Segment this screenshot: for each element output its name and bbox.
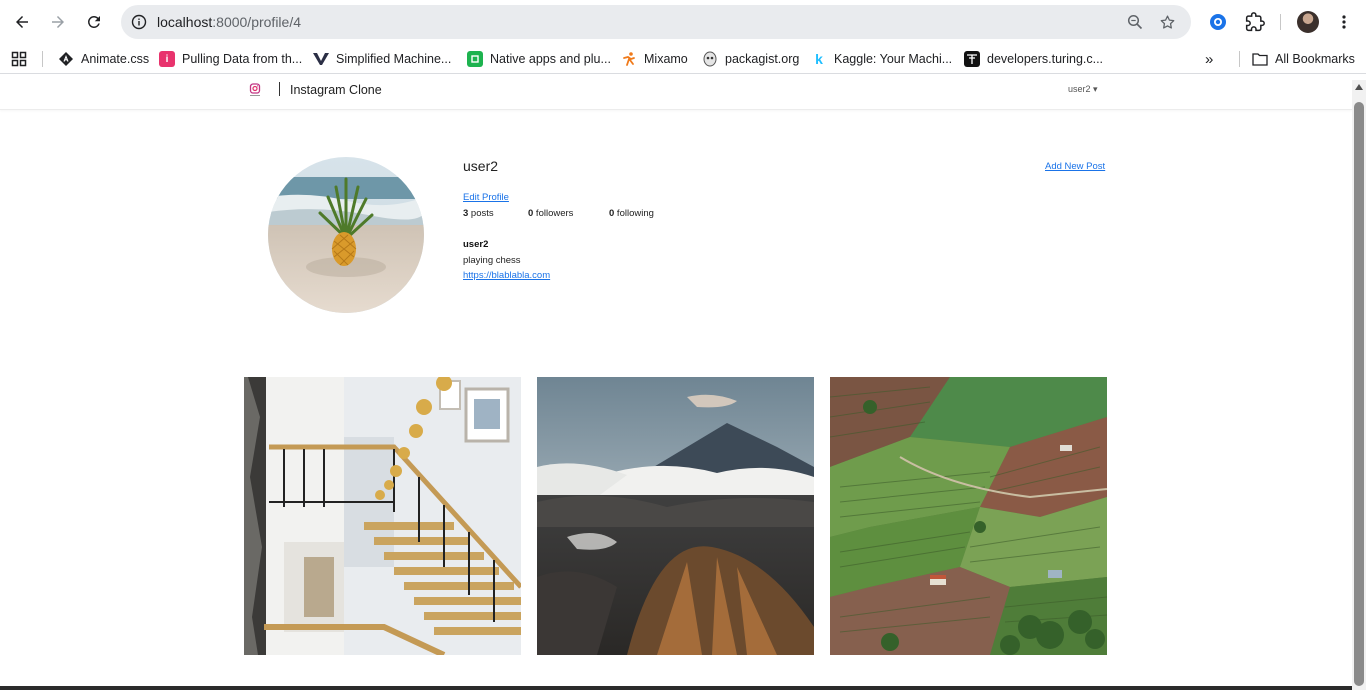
- posts-label: posts: [468, 208, 494, 219]
- bookmark-label: Mixamo: [644, 52, 688, 66]
- apps-button[interactable]: [11, 50, 27, 68]
- site-info-icon[interactable]: [127, 10, 151, 34]
- instagram-logo-icon[interactable]: [249, 83, 261, 97]
- user-menu-dropdown[interactable]: user2 ▾: [1068, 84, 1098, 95]
- all-bookmarks-button[interactable]: All Bookmarks: [1252, 50, 1355, 68]
- back-button[interactable]: [8, 8, 36, 36]
- scroll-thumb[interactable]: [1354, 102, 1364, 686]
- forward-button[interactable]: [44, 8, 72, 36]
- mixamo-icon: [621, 51, 637, 67]
- forward-arrow-icon: [52, 16, 64, 28]
- posts-stat: 3 posts: [463, 208, 494, 219]
- bookmark-item-3[interactable]: Native apps and plu...: [467, 50, 611, 68]
- kebab-menu-icon: [1342, 15, 1346, 29]
- bookmark-label: packagist.org: [725, 52, 800, 66]
- extension-icon[interactable]: [1206, 10, 1230, 34]
- browser-toolbar: localhost:8000/profile/4: [0, 0, 1366, 44]
- turing-icon: [964, 51, 980, 67]
- bookmark-item-7[interactable]: developers.turing.c...: [964, 50, 1103, 68]
- bookmark-item-4[interactable]: Mixamo: [621, 50, 688, 68]
- bookmark-item-0[interactable]: Animate.css: [58, 50, 149, 68]
- brand-name[interactable]: Instagram Clone: [290, 83, 382, 97]
- add-new-post-link[interactable]: Add New Post: [1045, 161, 1105, 172]
- profile-picture: [268, 157, 424, 313]
- extensions-puzzle-icon[interactable]: [1243, 10, 1267, 34]
- url-text: localhost:8000/profile/4: [157, 14, 301, 30]
- i-icon: i: [159, 51, 175, 67]
- all-bookmarks-label: All Bookmarks: [1275, 52, 1355, 66]
- bookmarks-bar: Animate.css i Pulling Data from th... Si…: [0, 44, 1366, 74]
- zoom-icon[interactable]: [1125, 12, 1145, 32]
- reload-icon: [87, 15, 100, 28]
- followers-stat[interactable]: 0 followers: [528, 208, 573, 219]
- taskbar-edge: [0, 686, 1352, 690]
- bio-text: playing chess: [463, 255, 521, 266]
- scroll-up-arrow-icon[interactable]: [1355, 84, 1363, 90]
- post-mountain-photo[interactable]: [537, 377, 814, 655]
- profile-username: user2: [463, 158, 499, 174]
- apps-grid-icon: [11, 51, 27, 67]
- bio-name: user2: [463, 239, 489, 250]
- bookmark-item-2[interactable]: Simplified Machine...: [313, 50, 451, 68]
- bookmark-star-icon[interactable]: [1157, 12, 1177, 32]
- back-arrow-icon: [16, 16, 28, 28]
- address-bar[interactable]: localhost:8000/profile/4: [121, 5, 1191, 39]
- bio-website-link[interactable]: https://blablabla.com: [463, 270, 550, 281]
- url-path: :8000/profile/4: [212, 14, 301, 30]
- following-stat[interactable]: 0 following: [609, 208, 654, 219]
- animate-css-icon: [58, 51, 74, 67]
- avatar: [1297, 11, 1319, 33]
- bookmark-item-6[interactable]: k Kaggle: Your Machi...: [811, 50, 952, 68]
- reload-button[interactable]: [80, 8, 108, 36]
- v-icon: [313, 51, 329, 67]
- brand-divider: [279, 82, 280, 96]
- page-scrollbar[interactable]: [1352, 80, 1366, 690]
- bookmark-label: Simplified Machine...: [336, 52, 452, 66]
- bookmark-label: Animate.css: [81, 52, 150, 66]
- bookmarks-apps-divider: [42, 51, 43, 67]
- bookmark-item-5[interactable]: packagist.org: [702, 50, 799, 68]
- bookmarks-divider: [1239, 51, 1240, 67]
- post-staircase-photo[interactable]: [244, 377, 521, 655]
- profile-avatar[interactable]: [1296, 10, 1320, 34]
- bookmark-label: Native apps and plu...: [490, 52, 611, 66]
- edit-profile-link[interactable]: Edit Profile: [463, 192, 509, 203]
- url-host: localhost: [157, 14, 213, 30]
- bookmark-label: developers.turing.c...: [987, 52, 1104, 66]
- menu-button[interactable]: [1332, 10, 1356, 34]
- post-terraced-fields-photo[interactable]: [830, 377, 1107, 655]
- folder-icon: [1252, 51, 1268, 67]
- more-bookmarks-button[interactable]: »: [1205, 50, 1213, 68]
- following-label: following: [614, 208, 654, 219]
- toolbar-divider: [1280, 14, 1281, 30]
- green-square-icon: [467, 51, 483, 67]
- kaggle-icon: k: [815, 51, 823, 67]
- app-navbar: Instagram Clone user2 ▾: [0, 80, 1352, 110]
- bookmark-item-1[interactable]: i Pulling Data from th...: [159, 50, 302, 68]
- bookmark-label: Pulling Data from th...: [182, 52, 303, 66]
- page-content: Instagram Clone user2 ▾ user2 Add New Po…: [0, 80, 1352, 690]
- packagist-icon: [702, 51, 718, 67]
- bookmark-label: Kaggle: Your Machi...: [834, 52, 953, 66]
- followers-label: followers: [533, 208, 574, 219]
